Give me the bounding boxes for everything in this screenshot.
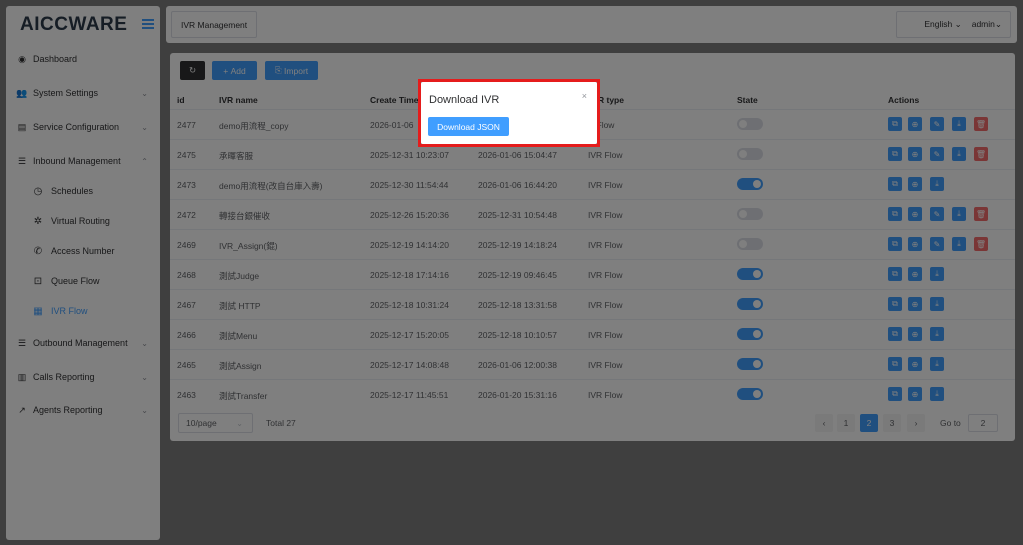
highlight-frame	[418, 79, 600, 147]
